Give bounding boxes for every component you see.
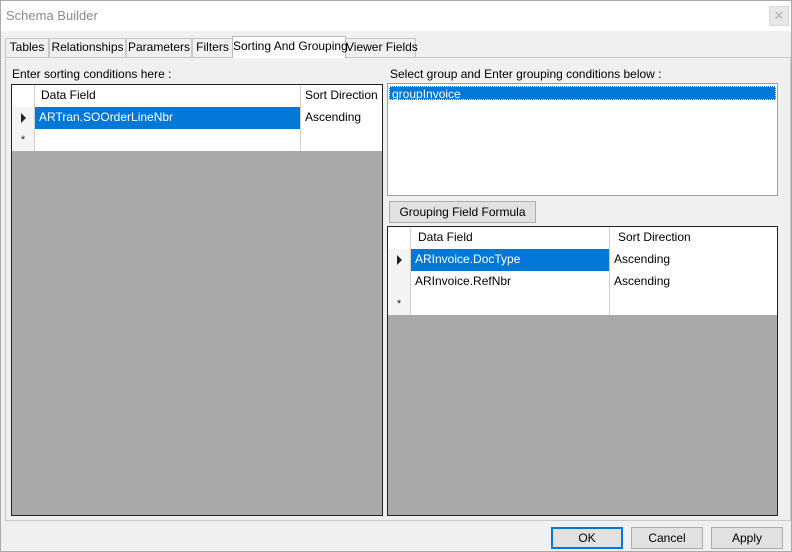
close-button[interactable]: ✕	[769, 6, 789, 26]
cell-data-field[interactable]: ARInvoice.RefNbr	[411, 271, 610, 293]
column-header-sort-direction[interactable]: Sort Direction	[301, 85, 382, 107]
ok-button[interactable]: OK	[551, 527, 623, 549]
tab-sorting-and-grouping[interactable]: Sorting And Grouping	[232, 36, 348, 58]
row-header[interactable]: *	[12, 129, 35, 151]
schema-builder-window: Schema Builder ✕ Tables Relationships Pa…	[0, 0, 792, 552]
grouping-grid[interactable]: Data Field Sort Direction ARInvoice.DocT…	[387, 226, 778, 516]
cell-sort-direction[interactable]	[610, 293, 777, 315]
cancel-button[interactable]: Cancel	[631, 527, 703, 549]
sorting-grid[interactable]: Data Field Sort Direction ARTran.SOOrder…	[11, 84, 383, 516]
table-row[interactable]: ARInvoice.DocType Ascending	[388, 249, 777, 271]
table-row[interactable]: ARTran.SOOrderLineNbr Ascending	[12, 107, 382, 129]
triangle-right-icon	[396, 254, 402, 265]
asterisk-icon: *	[396, 298, 402, 310]
row-header-corner	[12, 85, 35, 107]
close-icon: ✕	[773, 8, 785, 23]
cell-sort-direction[interactable]: Ascending	[610, 249, 777, 271]
tab-viewer-fields[interactable]: Viewer Fields	[345, 38, 418, 57]
grouping-field-formula-button[interactable]: Grouping Field Formula	[389, 201, 536, 223]
row-header[interactable]	[388, 271, 411, 293]
row-header-corner	[388, 227, 411, 249]
list-item[interactable]: groupInvoice	[389, 86, 776, 101]
window-title: Schema Builder	[6, 8, 98, 23]
cell-sort-direction[interactable]	[301, 129, 382, 151]
triangle-right-icon	[20, 112, 26, 123]
tab-strip: Tables Relationships Parameters Filters …	[5, 36, 791, 58]
title-bar: Schema Builder ✕	[1, 1, 791, 31]
sorting-grid-header: Data Field Sort Direction	[12, 85, 382, 107]
column-header-sort-direction[interactable]: Sort Direction	[610, 227, 777, 249]
row-header[interactable]	[388, 249, 411, 271]
cell-data-field[interactable]: ARInvoice.DocType	[411, 249, 610, 271]
row-header[interactable]	[12, 107, 35, 129]
cell-sort-direction[interactable]: Ascending	[301, 107, 382, 129]
tab-tables[interactable]: Tables	[5, 38, 49, 57]
tab-relationships[interactable]: Relationships	[49, 38, 126, 57]
cell-data-field[interactable]	[35, 129, 301, 151]
column-header-data-field[interactable]: Data Field	[35, 85, 301, 107]
column-header-data-field[interactable]: Data Field	[411, 227, 610, 249]
cell-data-field[interactable]: ARTran.SOOrderLineNbr	[35, 107, 301, 129]
cell-data-field[interactable]	[411, 293, 610, 315]
tab-filters[interactable]: Filters	[192, 38, 233, 57]
table-row[interactable]: ARInvoice.RefNbr Ascending	[388, 271, 777, 293]
new-row[interactable]: *	[388, 293, 777, 315]
sorting-label: Enter sorting conditions here :	[12, 67, 172, 81]
group-listbox[interactable]: groupInvoice	[387, 83, 778, 196]
tab-parameters[interactable]: Parameters	[126, 38, 192, 57]
grouping-label: Select group and Enter grouping conditio…	[390, 67, 662, 81]
asterisk-icon: *	[20, 134, 26, 146]
new-row[interactable]: *	[12, 129, 382, 151]
grouping-grid-header: Data Field Sort Direction	[388, 227, 777, 249]
cell-sort-direction[interactable]: Ascending	[610, 271, 777, 293]
apply-button[interactable]: Apply	[711, 527, 783, 549]
row-header[interactable]: *	[388, 293, 411, 315]
